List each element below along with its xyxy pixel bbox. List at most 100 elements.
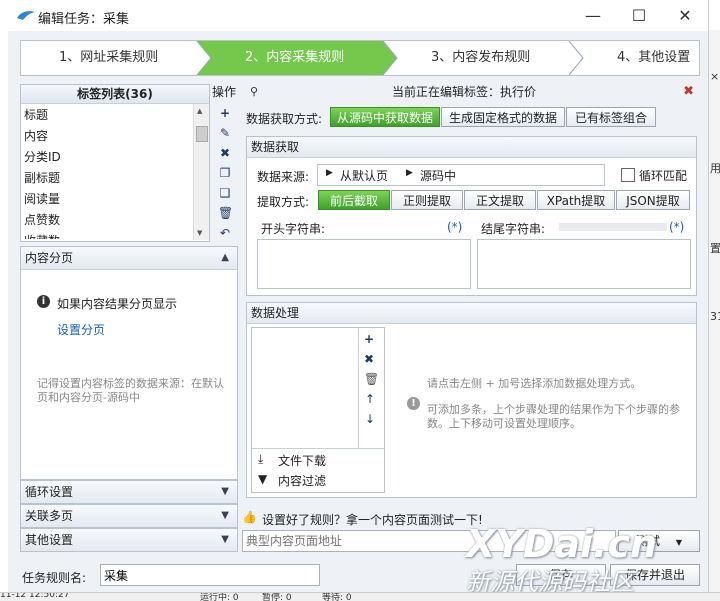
end-string-label: 结尾字符串: — [481, 222, 546, 236]
fetch-mode-label: 数据获取方式: — [246, 112, 323, 126]
delete-step-icon[interactable]: ✖ — [364, 352, 374, 366]
download-icon: ⤓ — [258, 452, 264, 466]
tag-item[interactable]: 内容 — [23, 126, 193, 147]
tag-item[interactable]: 收藏数 — [23, 231, 193, 239]
tag-combine-button[interactable]: 已有标签组合 — [566, 107, 656, 127]
wizard-step-2[interactable]: 2、内容采集规则 — [245, 41, 344, 75]
undo-icon[interactable]: ↶ — [218, 226, 232, 240]
tag-item[interactable]: 阅读量 — [23, 189, 193, 210]
processing-list[interactable]: + ✖ 🗑 ↑ ↓ ⤓ 文件下载 ▼ 内容过滤 — [251, 327, 385, 493]
source-label: 数据来源: — [257, 170, 310, 184]
expand-down-icon[interactable]: ▼ — [221, 505, 229, 527]
expand-down-icon[interactable]: ▼ — [221, 481, 229, 503]
data-fetch-header: 数据获取 — [247, 137, 696, 158]
data-processing-header: 数据处理 — [247, 303, 696, 324]
app-logo-icon — [17, 11, 35, 20]
method-prefix-suffix[interactable]: 前后截取 — [318, 190, 390, 210]
copy-icon[interactable]: ❐ — [218, 166, 232, 180]
watermark-logo: XYDai.cn — [466, 522, 658, 566]
wizard-step-4[interactable]: 4、其他设置 — [617, 41, 690, 75]
data-processing-group: 数据处理 + ✖ 🗑 ↑ ↓ ⤓ 文件下载 ▼ 内容过滤 请点击左侧 + 加号选… — [246, 302, 697, 498]
fetch-from-source-button[interactable]: 从源码中获取数据 — [330, 107, 440, 127]
trash-step-icon[interactable]: 🗑 — [364, 372, 379, 386]
background-char: × — [710, 70, 720, 83]
end-string-hint-bar — [559, 223, 667, 231]
arrow-right-icon: ▶ — [326, 168, 333, 178]
loop-settings-section[interactable]: 循环设置 ▼ — [20, 480, 238, 504]
source-selector[interactable]: ▶ 从默认页 ▶ 源码中 — [317, 164, 605, 186]
other-settings-header[interactable]: 其他设置 ▼ — [21, 529, 237, 551]
related-pages-title: 关联多页 — [25, 509, 74, 523]
fixed-format-button[interactable]: 生成固定格式的数据 — [441, 107, 565, 127]
add-tag-icon[interactable]: + — [218, 106, 232, 120]
title-bar: 编辑任务：采集 — ☐ ✕ — [8, 0, 708, 31]
background-app-strip: × 用 置 31 — [708, 30, 720, 600]
info-icon: i — [37, 295, 50, 308]
tag-item[interactable]: 副标题 — [23, 168, 193, 189]
arrow-right-icon: ▶ — [406, 168, 413, 178]
other-settings-section[interactable]: 其他设置 ▼ — [20, 528, 238, 552]
method-xpath[interactable]: XPath提取 — [537, 190, 615, 210]
tool-file-download[interactable]: 文件下载 — [278, 452, 326, 469]
method-regex[interactable]: 正则提取 — [391, 190, 463, 210]
tag-item[interactable]: 点赞数 — [23, 210, 193, 231]
add-step-icon[interactable]: + — [364, 332, 374, 346]
background-char: 31 — [710, 310, 720, 323]
delete-tag-icon[interactable]: ✖ — [218, 146, 232, 160]
method-body-text[interactable]: 正文提取 — [464, 190, 536, 210]
tool-content-filter[interactable]: 内容过滤 — [278, 472, 326, 489]
pagination-title: 内容分页 — [25, 251, 74, 265]
other-settings-title: 其他设置 — [25, 533, 74, 547]
window-title: 编辑任务：采集 — [38, 12, 130, 27]
related-pages-header[interactable]: 关联多页 ▼ — [21, 505, 237, 527]
close-icon: ✕ — [678, 6, 692, 25]
move-down-icon[interactable]: ↓ — [365, 412, 375, 426]
pagination-header[interactable]: 内容分页 ▲ — [21, 247, 237, 270]
maximize-icon: ☐ — [631, 6, 647, 25]
edit-pencil-icon[interactable]: ✎ — [218, 126, 232, 140]
loop-settings-header[interactable]: 循环设置 ▼ — [21, 481, 237, 503]
move-up-icon[interactable]: ↑ — [365, 392, 375, 406]
start-required-mark: (*) — [447, 220, 463, 234]
scroll-down-icon[interactable]: ▼ — [197, 229, 202, 237]
location-pin-icon: ⚲ — [250, 85, 259, 98]
collapse-up-icon[interactable]: ▲ — [221, 247, 229, 269]
rule-name-label: 任务规则名: — [22, 571, 87, 585]
scroll-up-icon[interactable]: ▲ — [197, 107, 202, 115]
tag-item[interactable]: 标题 — [23, 105, 193, 126]
pagination-section: 内容分页 ▲ i 如果内容结果分页显示 设置分页 记得设置内容标签的数据来源：在… — [20, 246, 238, 480]
tag-list-header: 标签列表(36) — [21, 85, 209, 104]
processing-hint-2: 可添加多条，上个步骤处理的结果作为下个步骤的参数。上下移动可设置处理顺序。 — [427, 403, 680, 430]
tag-list-scrollbar[interactable]: ▲ ▼ — [193, 104, 209, 240]
set-pagination-link[interactable]: 设置分页 — [57, 321, 105, 338]
method-json[interactable]: JSON提取 — [616, 190, 690, 210]
pagination-info: 如果内容结果分页显示 — [57, 297, 178, 311]
trash-icon[interactable]: 🗑 — [218, 206, 233, 220]
wizard-step-3[interactable]: 3、内容发布规则 — [431, 41, 530, 75]
tag-list-panel: 标签列表(36) 标题 内容 分类ID 副标题 阅读量 点赞数 收藏数 ▲ ▼ — [20, 84, 210, 242]
end-string-input[interactable] — [477, 239, 691, 289]
close-button[interactable]: ✕ — [662, 0, 708, 31]
rule-name-input[interactable] — [100, 564, 320, 586]
info-icon: ! — [407, 397, 420, 410]
scroll-thumb[interactable] — [196, 126, 208, 142]
dropdown-arrow-icon[interactable]: ▼ — [676, 538, 682, 547]
wizard-steps: 1、网址采集规则 2、内容采集规则 3、内容发布规则 4、其他设置 — [20, 40, 700, 76]
close-tag-icon[interactable]: ✖ — [683, 84, 694, 100]
thumb-up-icon: 👍 — [242, 510, 257, 524]
wizard-step-1[interactable]: 1、网址采集规则 — [59, 41, 158, 75]
start-string-input[interactable] — [257, 239, 471, 289]
method-label: 提取方式: — [257, 195, 310, 209]
paste-icon[interactable]: ❑ — [218, 186, 232, 200]
source-path-1: 从默认页 — [340, 169, 389, 183]
minimize-button[interactable]: — — [570, 0, 616, 31]
maximize-button[interactable]: ☐ — [616, 0, 662, 31]
expand-down-icon[interactable]: ▼ — [221, 529, 229, 551]
processing-list-divider — [358, 328, 359, 448]
status-time: 11-12 12:50:27 — [0, 592, 70, 600]
related-pages-section[interactable]: 关联多页 ▼ — [20, 504, 238, 528]
loop-match-checkbox[interactable] — [621, 168, 635, 182]
processing-hint-1: 请点击左侧 + 加号选择添加数据处理方式。 — [427, 377, 642, 390]
operations-label: 操作 — [211, 85, 236, 99]
tag-item[interactable]: 分类ID — [23, 147, 193, 168]
